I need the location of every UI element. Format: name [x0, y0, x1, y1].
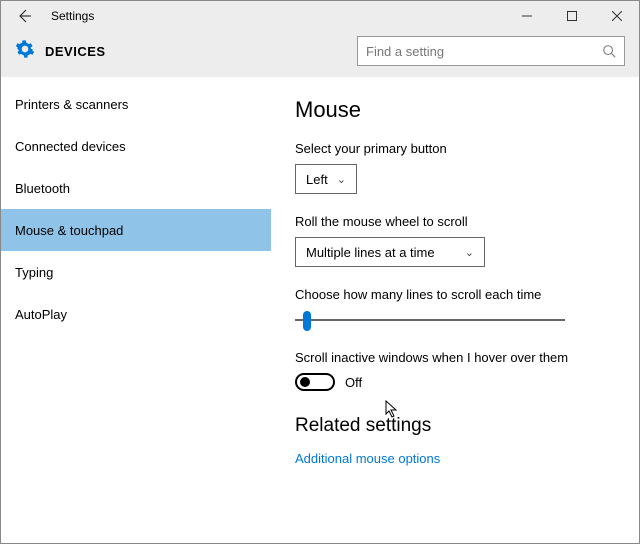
close-icon [612, 11, 622, 21]
titlebar: Settings [1, 1, 639, 31]
sidebar-item-label: Typing [15, 265, 53, 280]
hover-scroll-group: Scroll inactive windows when I hover ove… [295, 350, 615, 391]
wheel-scroll-value: Multiple lines at a time [306, 245, 435, 260]
back-button[interactable] [9, 1, 39, 31]
maximize-icon [567, 11, 577, 21]
titlebar-left: Settings [1, 1, 94, 31]
sidebar-item-label: Bluetooth [15, 181, 70, 196]
sidebar-item-mouse-touchpad[interactable]: Mouse & touchpad [1, 209, 271, 251]
section-title: DEVICES [45, 44, 106, 59]
search-box[interactable] [357, 36, 625, 66]
search-icon [602, 44, 616, 58]
toggle-knob [300, 377, 310, 387]
maximize-button[interactable] [549, 1, 594, 31]
hover-toggle-value: Off [345, 375, 362, 390]
header-left: DEVICES [15, 39, 106, 64]
chevron-down-icon: ⌄ [337, 173, 346, 186]
settings-window: Settings DEVICES Printers & [0, 0, 640, 544]
related-heading: Related settings [295, 415, 615, 437]
window-title: Settings [51, 9, 94, 23]
sidebar-item-label: Connected devices [15, 139, 126, 154]
close-button[interactable] [594, 1, 639, 31]
slider-thumb[interactable] [303, 311, 311, 331]
sidebar: Printers & scanners Connected devices Bl… [1, 77, 271, 543]
header-row: DEVICES [1, 31, 639, 77]
window-controls [504, 1, 639, 31]
sidebar-item-printers[interactable]: Printers & scanners [1, 83, 271, 125]
hover-toggle-row: Off [295, 373, 615, 391]
hover-scroll-label: Scroll inactive windows when I hover ove… [295, 350, 615, 365]
wheel-scroll-group: Roll the mouse wheel to scroll Multiple … [295, 214, 615, 267]
lines-scroll-group: Choose how many lines to scroll each tim… [295, 287, 615, 330]
sidebar-item-autoplay[interactable]: AutoPlay [1, 293, 271, 335]
gear-icon [15, 39, 35, 64]
primary-button-select[interactable]: Left ⌄ [295, 164, 357, 194]
search-input[interactable] [366, 44, 602, 59]
main-panel: Mouse Select your primary button Left ⌄ … [271, 77, 639, 543]
chevron-down-icon: ⌄ [465, 246, 474, 259]
sidebar-item-bluetooth[interactable]: Bluetooth [1, 167, 271, 209]
additional-mouse-options-link[interactable]: Additional mouse options [295, 451, 615, 466]
sidebar-item-connected-devices[interactable]: Connected devices [1, 125, 271, 167]
sidebar-item-label: Mouse & touchpad [15, 223, 123, 238]
arrow-left-icon [16, 8, 32, 24]
primary-button-label: Select your primary button [295, 141, 615, 156]
lines-slider[interactable] [295, 310, 565, 330]
page-title: Mouse [295, 97, 615, 123]
minimize-icon [522, 11, 532, 21]
primary-button-group: Select your primary button Left ⌄ [295, 141, 615, 194]
sidebar-item-typing[interactable]: Typing [1, 251, 271, 293]
sidebar-item-label: Printers & scanners [15, 97, 128, 112]
wheel-scroll-label: Roll the mouse wheel to scroll [295, 214, 615, 229]
minimize-button[interactable] [504, 1, 549, 31]
wheel-scroll-select[interactable]: Multiple lines at a time ⌄ [295, 237, 485, 267]
hover-toggle[interactable] [295, 373, 335, 391]
slider-track [295, 319, 565, 321]
sidebar-item-label: AutoPlay [15, 307, 67, 322]
primary-button-value: Left [306, 172, 328, 187]
content: Printers & scanners Connected devices Bl… [1, 77, 639, 543]
lines-scroll-label: Choose how many lines to scroll each tim… [295, 287, 615, 302]
